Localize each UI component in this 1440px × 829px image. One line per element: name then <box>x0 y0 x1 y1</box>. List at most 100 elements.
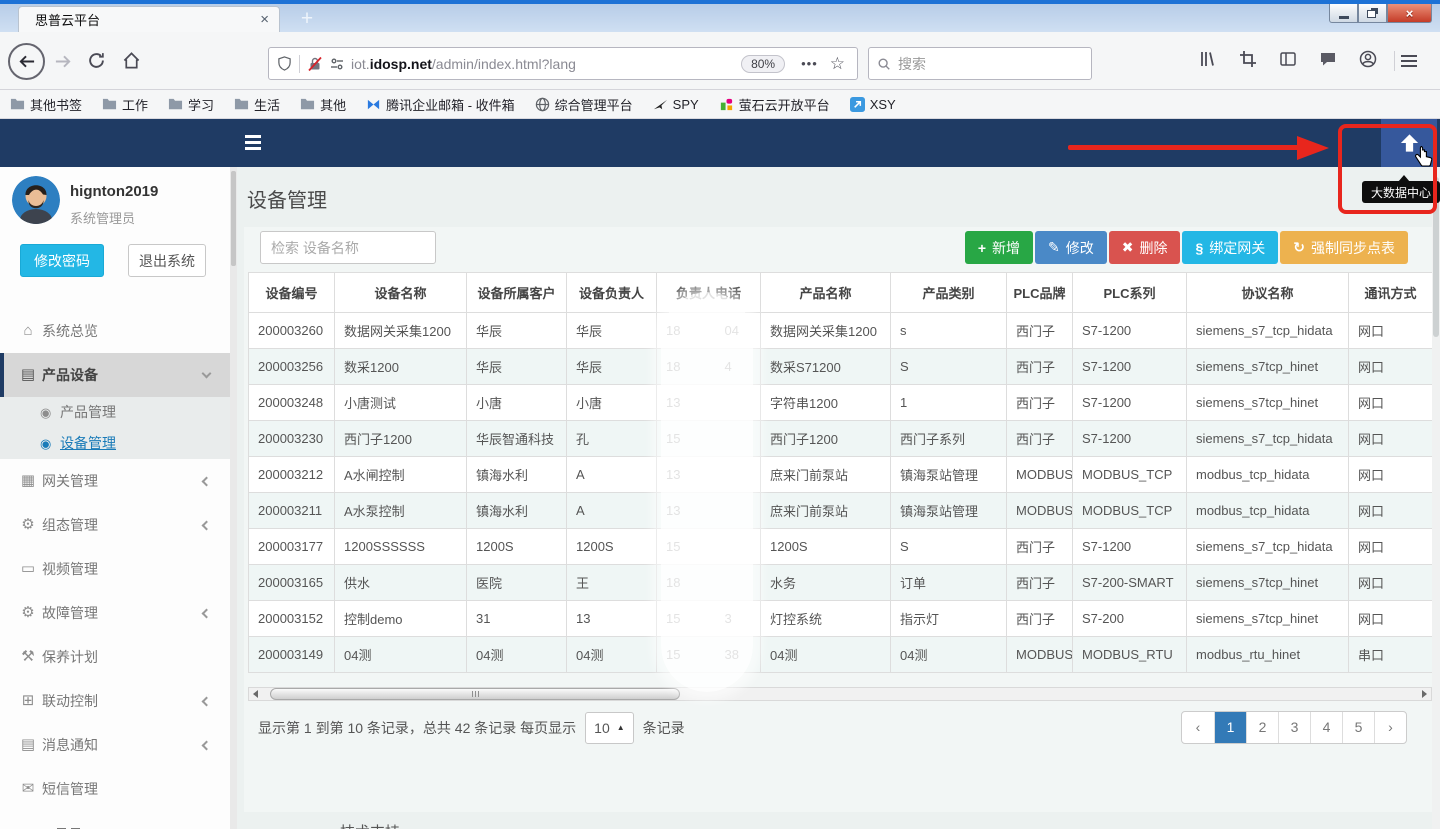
submenu-item[interactable]: ◉产品管理 <box>0 397 230 428</box>
table-row[interactable]: 200003248小唐测试小唐小唐13字符串12001西门子S7-1200sie… <box>249 385 1433 421</box>
cell-product: 数采S71200 <box>761 349 891 385</box>
forward-button[interactable] <box>54 52 73 71</box>
cell-name: A水泵控制 <box>335 493 467 529</box>
logout-button[interactable]: 退出系统 <box>128 244 206 277</box>
tab-close-icon[interactable]: × <box>260 11 269 28</box>
action-button-4[interactable]: §绑定网关 <box>1182 231 1278 264</box>
action-button-1[interactable]: +新增 <box>965 231 1033 264</box>
annotation-arrow <box>1068 145 1302 150</box>
change-password-button[interactable]: 修改密码 <box>20 244 104 277</box>
bookmark-item[interactable]: 工作 <box>102 95 148 114</box>
action-button-3[interactable]: ✖删除 <box>1109 231 1181 264</box>
sidebar-collapse-icon[interactable] <box>245 135 261 153</box>
sidebar-item[interactable]: ▤产品设备 <box>0 353 230 397</box>
avatar[interactable] <box>12 176 60 224</box>
account-icon[interactable] <box>1348 50 1388 73</box>
scroll-left-icon[interactable] <box>249 688 262 700</box>
nav-toolbar: iot.idosp.net/admin/index.html?lang 80% … <box>0 32 1440 90</box>
page-scrollbar[interactable] <box>1432 167 1440 829</box>
bookmark-item[interactable]: 生活 <box>234 95 280 114</box>
sidebar-item[interactable]: ▤消息通知 <box>0 723 230 767</box>
cell-name: 1200SSSSSS <box>335 529 467 565</box>
sidebar-item[interactable]: ⌂系统总览 <box>0 309 230 353</box>
sidebar-item[interactable]: ⚒保养计划 <box>0 635 230 679</box>
table-row[interactable]: 2000031771200SSSSSS1200S1200S151200SS西门子… <box>249 529 1433 565</box>
menu-item-icon: ▭ <box>17 547 39 591</box>
browser-search-input[interactable] <box>898 56 1068 72</box>
url-bar[interactable]: iot.idosp.net/admin/index.html?lang 80% … <box>268 47 858 80</box>
cell-plc_series: MODBUS_TCP <box>1073 457 1187 493</box>
browser-tab[interactable]: 思普云平台 × <box>18 6 280 32</box>
bookmark-item[interactable]: 其他 <box>300 95 346 114</box>
back-button[interactable] <box>8 43 45 80</box>
home-button[interactable] <box>122 51 141 70</box>
table-row[interactable]: 200003212A水闸控制镇海水利A13庶来门前泵站镇海泵站管理MODBUSM… <box>249 457 1433 493</box>
bookmark-star-icon[interactable]: ☆ <box>830 54 845 74</box>
bookmark-item[interactable]: 其他书签 <box>10 95 82 114</box>
page-button[interactable]: ‹ <box>1182 712 1214 743</box>
sidebar-item[interactable]: ▦网关管理 <box>0 459 230 503</box>
zoom-badge[interactable]: 80% <box>741 55 785 73</box>
scroll-right-icon[interactable] <box>1418 688 1431 700</box>
sidebar-item[interactable]: ⊞联动控制 <box>0 679 230 723</box>
messages-icon[interactable] <box>1308 50 1348 73</box>
cell-comm: 网口 <box>1349 313 1433 349</box>
action-button-2[interactable]: ✎修改 <box>1035 231 1107 264</box>
screenshot-icon[interactable] <box>1228 50 1268 73</box>
table-row[interactable]: 200003230西门子1200华辰智通科技孔15西门子1200西门子系列西门子… <box>249 421 1433 457</box>
minimize-button[interactable] <box>1329 4 1358 23</box>
table-row[interactable]: 200003152控制demo3113153灯控系统指示灯西门子S7-200si… <box>249 601 1433 637</box>
table-row[interactable]: 200003260数据网关采集1200华辰华辰1804数据网关采集1200s西门… <box>249 313 1433 349</box>
cell-comm: 网口 <box>1349 565 1433 601</box>
scrollbar-track[interactable] <box>262 688 1418 700</box>
device-search-input[interactable] <box>260 231 436 264</box>
restore-button[interactable] <box>1358 4 1387 23</box>
annotation-arrow-head <box>1297 136 1329 160</box>
action-icon: ✎ <box>1048 239 1060 256</box>
cell-plc_series: S7-1200 <box>1073 385 1187 421</box>
sidebar-toggle-icon[interactable] <box>1268 50 1308 73</box>
table-row[interactable]: 200003211A水泵控制镇海水利A13庶来门前泵站镇海泵站管理MODBUSM… <box>249 493 1433 529</box>
page-button[interactable]: 1 <box>1214 712 1246 743</box>
bookmark-item[interactable]: 学习 <box>168 95 214 114</box>
page-actions-icon[interactable]: ••• <box>801 56 818 71</box>
browser-search[interactable] <box>868 47 1092 80</box>
bullet-icon: ◉ <box>40 428 51 459</box>
page-button[interactable]: › <box>1374 712 1406 743</box>
action-button-5[interactable]: ↻强制同步点表 <box>1280 231 1408 264</box>
page-button[interactable]: 4 <box>1310 712 1342 743</box>
page-button[interactable]: 2 <box>1246 712 1278 743</box>
table-row[interactable]: 200003256数采1200华辰华辰184数采S71200S西门子S7-120… <box>249 349 1433 385</box>
table-row[interactable]: 200003165供水医院王18水务订单西门子S7-200-SMARTsieme… <box>249 565 1433 601</box>
sidebar-item[interactable]: ⚙组态管理 <box>0 503 230 547</box>
annotation-box <box>1338 124 1437 214</box>
sidebar-scrollbar[interactable] <box>230 167 237 829</box>
cell-category: 1 <box>891 385 1007 421</box>
bookmark-item[interactable]: XSY <box>850 97 896 112</box>
new-tab-button[interactable]: + <box>292 8 322 32</box>
page-button[interactable]: 3 <box>1278 712 1310 743</box>
sidebar-item[interactable]: ⚙故障管理 <box>0 591 230 635</box>
cell-id: 200003177 <box>249 529 335 565</box>
sidebar-item[interactable]: ✉短信管理 <box>0 767 230 811</box>
scrollbar-thumb[interactable] <box>231 171 236 266</box>
scrollbar-thumb[interactable] <box>270 688 680 700</box>
sidebar-item[interactable]: ▭视频管理 <box>0 547 230 591</box>
bookmark-item[interactable]: 腾讯企业邮箱 - 收件箱 <box>366 95 515 114</box>
library-icon[interactable] <box>1188 50 1228 73</box>
sidebar-menu: ⌂系统总览▤产品设备◉产品管理◉设备管理▦网关管理⚙组态管理▭视频管理⚙故障管理… <box>0 309 230 811</box>
reload-button[interactable] <box>88 52 105 69</box>
mail-icon <box>366 97 381 112</box>
bookmark-item[interactable]: 综合管理平台 <box>535 95 633 114</box>
page-size-dropdown[interactable]: 10 ▲ <box>585 712 634 744</box>
submenu-item[interactable]: ◉设备管理 <box>0 428 230 459</box>
menu-item-label: 短信管理 <box>42 781 98 797</box>
page-button[interactable]: 5 <box>1342 712 1374 743</box>
menu-icon[interactable] <box>1401 52 1440 70</box>
bookmark-item[interactable]: SPY <box>653 97 699 112</box>
close-button[interactable]: × <box>1387 4 1432 23</box>
bookmark-item[interactable]: 萤石云开放平台 <box>719 95 830 114</box>
table-row[interactable]: 20000314904测04测04测153804测04测MODBUSMODBUS… <box>249 637 1433 673</box>
horizontal-scrollbar[interactable] <box>248 687 1432 701</box>
cell-name: 西门子1200 <box>335 421 467 457</box>
